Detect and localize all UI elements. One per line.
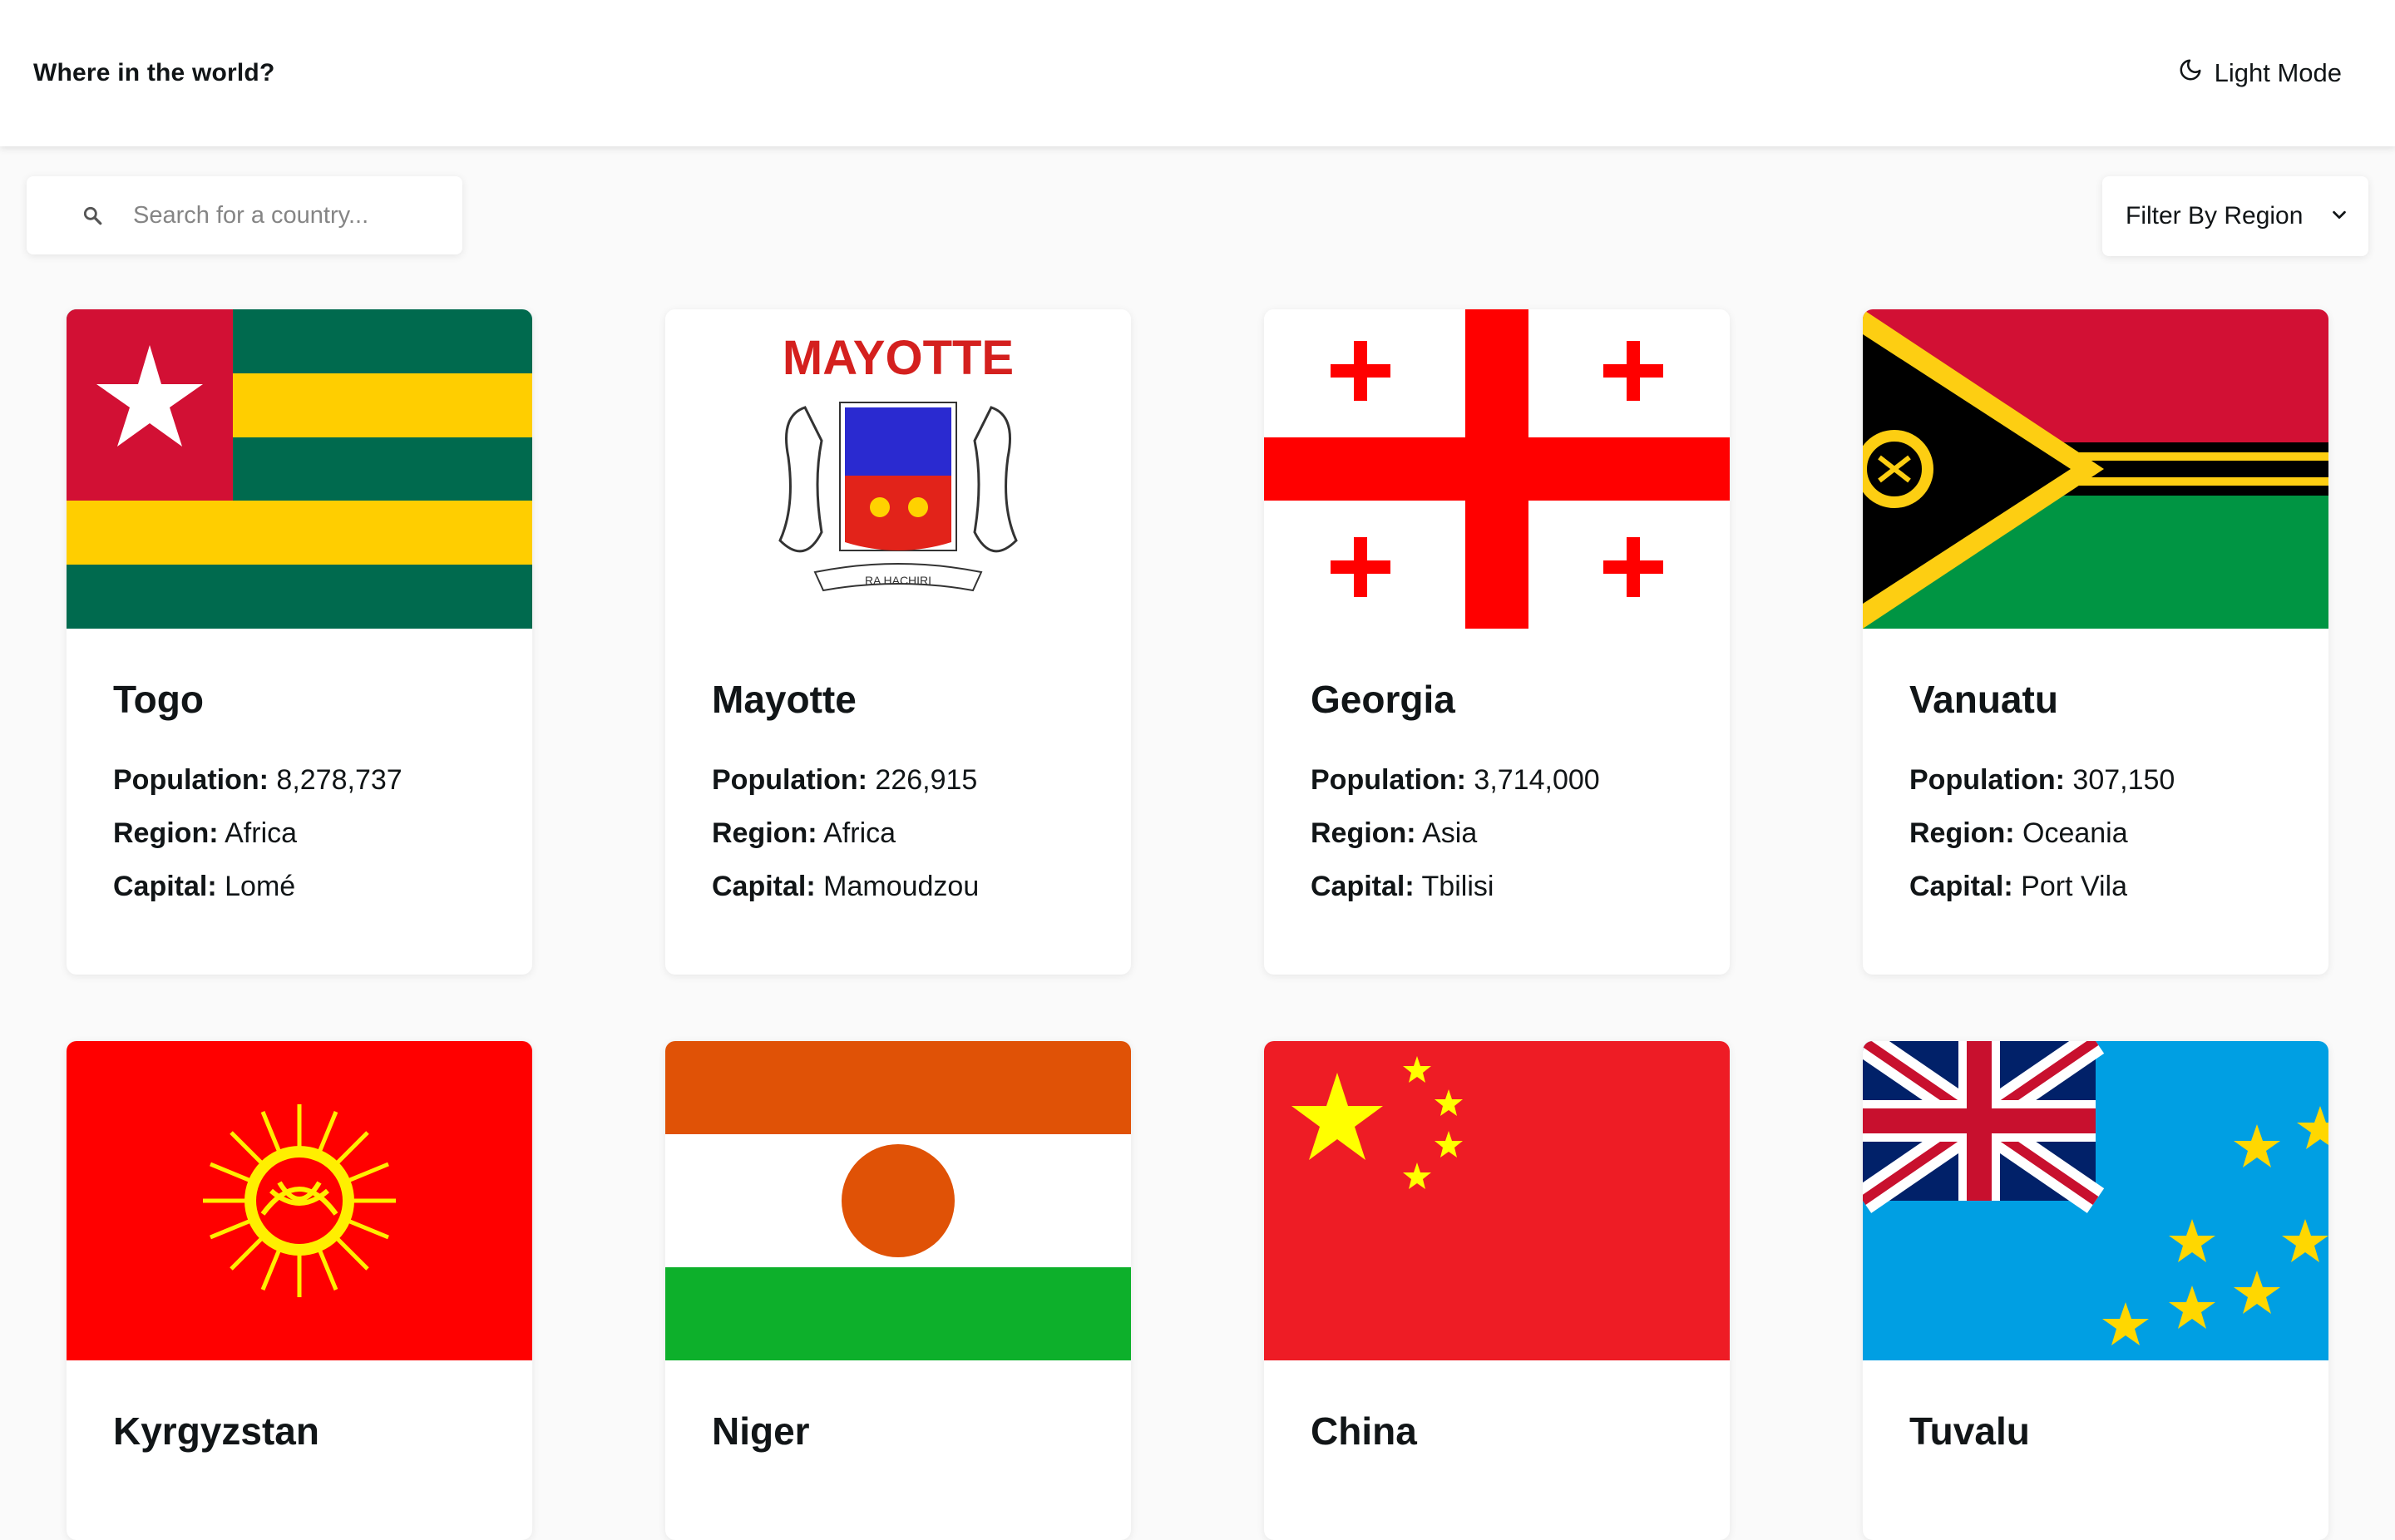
theme-toggle-label: Light Mode [2214,58,2342,87]
georgia-flag-image [1264,309,1730,629]
capital-label: Capital: [712,871,816,902]
region-filter-dropdown[interactable]: Filter By Region [2102,176,2368,256]
population-label: Population: [1311,764,1466,796]
population-value: 8,278,737 [276,764,402,796]
country-name: Niger [712,1409,810,1453]
population-value: 3,714,000 [1474,764,1600,796]
country-card-mayotte[interactable]: MAYOTTE RA HACHIRI Mayotte Population: 2… [665,309,1131,975]
population-row: Population: 3,714,000 [1311,753,1683,807]
country-card-china[interactable]: China [1264,1041,1730,1540]
header-bar: Where in the world? Light Mode [0,0,2395,146]
region-label: Region: [1311,817,1416,849]
mayotte-banner-text: MAYOTTE [783,331,1014,385]
country-card-togo[interactable]: Togo Population: 8,278,737 Region: Afric… [67,309,532,975]
mayotte-flag-image: MAYOTTE RA HACHIRI [665,309,1131,629]
population-value: 226,915 [875,764,978,796]
capital-row: Capital: Tbilisi [1311,860,1683,913]
population-label: Population: [712,764,867,796]
country-name: China [1311,1409,1417,1453]
capital-row: Capital: Lomé [113,860,486,913]
population-row: Population: 307,150 [1909,753,2282,807]
country-card-georgia[interactable]: Georgia Population: 3,714,000 Region: As… [1264,309,1730,975]
china-flag-image [1264,1041,1730,1360]
vanuatu-flag-image [1863,309,2328,629]
population-value: 307,150 [2072,764,2175,796]
country-name: Tuvalu [1909,1409,2030,1453]
search-input[interactable] [133,201,449,230]
region-row: Region: Africa [113,807,486,860]
country-name: Mayotte [712,678,857,721]
country-card-vanuatu[interactable]: Vanuatu Population: 307,150 Region: Ocea… [1863,309,2328,975]
search-icon [83,206,102,225]
population-label: Population: [113,764,269,796]
chevron-down-icon [2330,202,2348,230]
capital-value: Mamoudzou [823,871,980,902]
country-name: Georgia [1311,678,1455,721]
mayotte-ribbon-text: RA HACHIRI [865,574,931,587]
region-value: Asia [1422,817,1478,849]
region-value: Africa [823,817,896,849]
region-label: Region: [1909,817,2015,849]
capital-value: Port Vila [2021,871,2128,902]
capital-label: Capital: [113,871,217,902]
region-row: Region: Oceania [1909,807,2282,860]
capital-value: Lomé [225,871,296,902]
niger-flag-image [665,1041,1131,1360]
tuvalu-flag-image [1863,1041,2328,1360]
region-row: Region: Africa [712,807,1084,860]
country-card-niger[interactable]: Niger [665,1041,1131,1540]
country-name: Togo [113,678,204,721]
togo-flag-image [67,309,532,629]
capital-row: Capital: Mamoudzou [712,860,1084,913]
country-card-tuvalu[interactable]: Tuvalu [1863,1041,2328,1540]
country-name: Vanuatu [1909,678,2058,721]
capital-label: Capital: [1311,871,1415,902]
country-card-kyrgyzstan[interactable]: Kyrgyzstan [67,1041,532,1540]
moon-icon [2178,57,2203,89]
region-value: Africa [225,817,298,849]
capital-row: Capital: Port Vila [1909,860,2282,913]
population-row: Population: 8,278,737 [113,753,486,807]
population-row: Population: 226,915 [712,753,1084,807]
population-label: Population: [1909,764,2065,796]
region-label: Region: [113,817,219,849]
search-box [27,176,462,254]
capital-value: Tbilisi [1421,871,1494,902]
kyrgyzstan-flag-image [67,1041,532,1360]
region-label: Region: [712,817,817,849]
region-row: Region: Asia [1311,807,1683,860]
theme-toggle-button[interactable]: Light Mode [2178,57,2342,89]
capital-label: Capital: [1909,871,2013,902]
region-filter-label: Filter By Region [2126,202,2304,230]
app-title: Where in the world? [33,59,275,86]
country-name: Kyrgyzstan [113,1409,319,1453]
region-value: Oceania [2022,817,2128,849]
